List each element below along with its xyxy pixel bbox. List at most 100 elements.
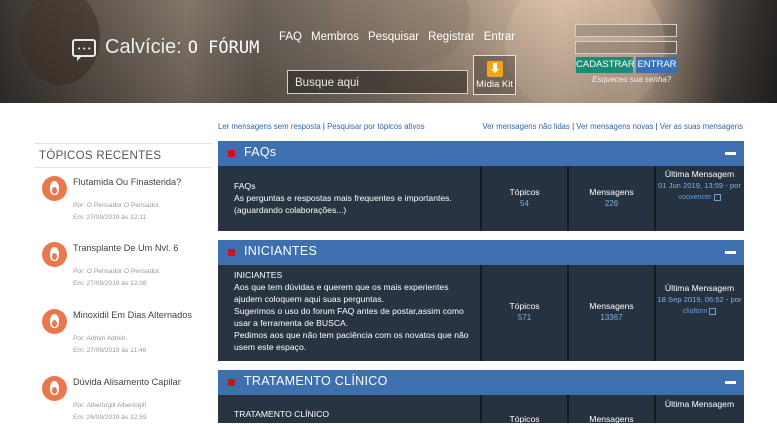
last-post-by: - por: [723, 181, 741, 190]
collapse-icon[interactable]: [725, 251, 736, 254]
forum-info: INICIANTES Aos que tem dúvidas e querem …: [218, 265, 480, 361]
login-button[interactable]: ENTRAR: [636, 57, 678, 73]
nav-faq[interactable]: FAQ: [279, 31, 302, 43]
topics-count-cell: Tópicos 571: [482, 265, 567, 361]
forum-row: FAQs As perguntas e respostas mais frequ…: [218, 166, 744, 231]
midia-kit-button[interactable]: Mídia Kit: [473, 55, 516, 95]
last-post-date: 18 Sep 2019, 06:52 - por: [656, 294, 743, 305]
chat-bubble-icon: •••: [72, 38, 96, 61]
forum-title[interactable]: INICIANTES: [234, 269, 472, 281]
forum-category-header[interactable]: FAQs: [218, 141, 744, 166]
category-title[interactable]: FAQs: [244, 145, 276, 159]
last-post-cell: Última Mensagem 01 Jun 2019, 13:59 - por…: [656, 166, 743, 231]
forum-description-line: (aguardando colaborações...): [234, 205, 347, 215]
logo-title: Calvície:: [105, 36, 182, 58]
sidebar-title: TÓPICOS RECENTES: [34, 144, 212, 168]
last-post-date-text: 01 Jun 2019, 13:59: [658, 181, 724, 190]
last-post-by: - por: [723, 295, 742, 304]
register-button[interactable]: CADASTRAR: [576, 57, 635, 73]
recent-topic-title[interactable]: Dúvida Alisamento Capilar: [73, 376, 193, 388]
flame-icon: [42, 309, 67, 334]
download-icon: [486, 61, 503, 77]
username-field: [575, 24, 677, 41]
external-link-icon: [713, 193, 721, 201]
posts-count-cell: Mensagens 226: [569, 166, 654, 231]
recent-topic-title[interactable]: Flutamida Ou Finasterida?: [73, 176, 193, 188]
new-posts-link[interactable]: Ver mensagens novas: [576, 122, 653, 131]
posts-label: Mensagens: [589, 187, 634, 197]
forum-category-header[interactable]: TRATAMENTO CLÍNICO: [218, 370, 744, 395]
topics-count: 571: [517, 313, 532, 322]
nav-entrar[interactable]: Entrar: [484, 31, 515, 43]
last-post-user[interactable]: clialtom: [656, 305, 743, 316]
forum-category-tratamento-clinico: TRATAMENTO CLÍNICO TRATAMENTO CLÍNICO Tó…: [218, 370, 744, 424]
topics-count-cell: Tópicos 54: [482, 166, 567, 231]
category-marker-icon: [228, 249, 235, 256]
active-topics-link[interactable]: Pesquisar por tópicos ativos: [327, 122, 425, 131]
flame-icon: [42, 176, 67, 201]
site-logo[interactable]: ••• Calvície: O FÓRUM: [72, 36, 260, 61]
posts-count-cell: Mensagens 13367: [569, 265, 654, 361]
search-input[interactable]: [288, 72, 467, 94]
recent-topic-author: Por: O Pensador O Pensador.: [73, 202, 161, 209]
forum-row: TRATAMENTO CLÍNICO Tópicos Mensagens Últ…: [218, 395, 744, 424]
collapse-icon[interactable]: [725, 381, 736, 384]
username-input[interactable]: [576, 30, 676, 41]
last-post-label: Última Mensagem: [664, 169, 735, 179]
forgot-password-link[interactable]: Esqueceu sua senha?: [592, 75, 671, 84]
forum-info: TRATAMENTO CLÍNICO: [218, 395, 480, 423]
forum-description-line: Sugerimos o uso do forum FAQ antes de po…: [234, 306, 464, 328]
recent-topic-date: Em: 27/09/2019 às 12:11: [73, 214, 147, 221]
forum-description-line: Aos que tem dúvidas e querem que os mais…: [234, 282, 449, 304]
posts-count: 13367: [600, 313, 623, 322]
recent-topic-date: Em: 27/09/2019 às 12:08: [73, 280, 147, 287]
last-post-user-name[interactable]: clialtom: [683, 306, 707, 315]
forum-category-iniciantes: INICIANTES INICIANTES Aos que tem dúvida…: [218, 240, 744, 361]
category-marker-icon: [228, 379, 235, 386]
nav-membros[interactable]: Membros: [311, 31, 359, 43]
posts-count-cell: Mensagens: [569, 395, 654, 424]
last-post-cell: Última Mensagem: [656, 395, 743, 423]
quick-links-left: Ler mensagens sem resposta | Pesquisar p…: [218, 122, 425, 131]
password-field: [575, 41, 677, 58]
nav-registrar[interactable]: Registrar: [428, 31, 475, 43]
topics-label: Tópicos: [509, 301, 540, 311]
category-title[interactable]: INICIANTES: [244, 244, 317, 258]
search-box: [287, 70, 468, 94]
unanswered-posts-link[interactable]: Ler mensagens sem resposta: [218, 122, 321, 131]
recent-topic-title[interactable]: Minoxidil Em Dias Alternados: [73, 309, 193, 321]
external-link-icon: [709, 307, 717, 315]
nav-pesquisar[interactable]: Pesquisar: [368, 31, 419, 43]
last-post-user-name[interactable]: voovencer: [678, 192, 711, 201]
recent-topic-author: Por: O Pensador O Pensador.: [73, 268, 161, 275]
logo-subtitle: O FÓRUM: [187, 37, 260, 58]
unread-posts-link[interactable]: Ver mensagens não lidas: [482, 122, 570, 131]
last-post-date: 01 Jun 2019, 13:59 - por: [656, 180, 743, 191]
last-post-user[interactable]: voovencer: [656, 191, 743, 202]
topics-count: 54: [520, 199, 529, 208]
category-title[interactable]: TRATAMENTO CLÍNICO: [244, 374, 388, 388]
last-post-label: Última Mensagem: [664, 399, 735, 409]
recent-topic-date: Em: 27/09/2019 às 11:46: [73, 347, 147, 354]
forum-info: FAQs As perguntas e respostas mais frequ…: [218, 166, 480, 231]
forum-row: INICIANTES Aos que tem dúvidas e querem …: [218, 265, 744, 361]
forum-title[interactable]: FAQs: [234, 180, 472, 192]
posts-label: Mensagens: [589, 301, 634, 311]
flame-icon: [42, 242, 67, 267]
topics-count-cell: Tópicos: [482, 395, 567, 424]
midia-kit-label: Mídia Kit: [476, 79, 513, 90]
quick-links-right: Ver mensagens não lidas | Ver mensagens …: [482, 122, 743, 131]
posts-count: 226: [604, 199, 619, 208]
flame-icon: [42, 376, 67, 401]
last-post-cell: Última Mensagem 18 Sep 2019, 06:52 - por…: [656, 265, 743, 361]
collapse-icon[interactable]: [725, 152, 736, 155]
own-posts-link[interactable]: Ver as suas mensagens: [660, 122, 743, 131]
last-post-label: Última Mensagem: [664, 283, 735, 293]
forum-title[interactable]: TRATAMENTO CLÍNICO: [234, 408, 472, 420]
forum-category-faqs: FAQs FAQs As perguntas e respostas mais …: [218, 141, 744, 231]
forum-description-line: As perguntas e respostas mais frequentes…: [234, 193, 452, 203]
topics-label: Tópicos: [509, 187, 540, 197]
last-post-date-text: 18 Sep 2019, 06:52: [657, 295, 724, 304]
forum-category-header[interactable]: INICIANTES: [218, 240, 744, 265]
recent-topic-title[interactable]: Transplante De Um Nvl. 6: [73, 242, 193, 254]
